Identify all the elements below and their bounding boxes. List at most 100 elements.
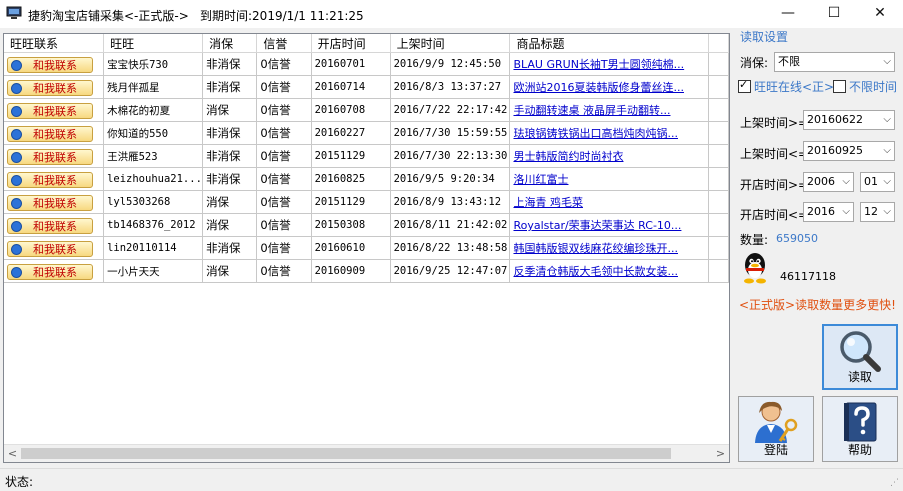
open-time-cell: 20160714: [311, 75, 391, 99]
col-header-wangwang[interactable]: 旺旺: [103, 34, 204, 53]
contact-me-button[interactable]: 和我联系: [7, 172, 93, 188]
contact-me-button[interactable]: 和我联系: [7, 103, 93, 119]
horizontal-scrollbar[interactable]: < >: [4, 444, 729, 462]
listed-from-picker[interactable]: 20160622 ⌵: [803, 110, 895, 130]
listed-time-cell: 2016/9/5 9:20:34: [390, 167, 511, 191]
xiaobao-cell: 非消保: [202, 236, 258, 260]
contact-me-label: 和我联系: [33, 220, 77, 233]
user-key-icon: [755, 401, 798, 443]
table-row[interactable]: 和我联系 宝宝快乐730 非消保 0信誉 20160701 2016/9/9 12:45:…: [4, 52, 729, 76]
wangwang-icon: [11, 175, 22, 186]
status-label: 状态:: [5, 475, 34, 489]
online-checkbox-box[interactable]: [738, 78, 751, 93]
login-button-label: 登陆: [763, 443, 788, 457]
listed-time-cell: 2016/9/9 12:45:50: [390, 52, 511, 76]
col-header-listed-time[interactable]: 上架时间: [390, 34, 511, 53]
product-title-link[interactable]: 上海青 鸡毛菜: [513, 196, 583, 209]
xiaobao-label: 消保:: [740, 56, 769, 70]
wangwang-icon: [11, 198, 22, 209]
chevron-down-icon: ⌵: [842, 176, 850, 187]
minimize-button[interactable]: —: [765, 0, 811, 28]
product-title-link[interactable]: 反季清仓韩版大毛领中长款女装...: [513, 265, 678, 278]
product-title-link[interactable]: 洛川红富士: [513, 173, 568, 186]
help-button[interactable]: 帮助: [822, 396, 898, 462]
listed-time-cell: 2016/8/22 13:48:58: [390, 236, 511, 260]
xiaobao-select[interactable]: 不限 ⌵: [774, 52, 895, 72]
product-title-link[interactable]: BLAU GRUN长袖T男士圆领纯棉...: [513, 58, 684, 71]
close-button[interactable]: ✕: [857, 0, 903, 28]
scroll-thumb[interactable]: [21, 448, 671, 459]
product-title-link[interactable]: Royalstar/荣事达荣事达 RC-10...: [513, 219, 681, 232]
product-title-link[interactable]: 手动翻转速桌 液晶屏手动翻转...: [513, 104, 670, 117]
listed-to-value: 20160925: [807, 144, 863, 157]
contact-me-button[interactable]: 和我联系: [7, 57, 93, 73]
read-button-label: 读取: [847, 370, 872, 384]
contact-me-button[interactable]: 和我联系: [7, 149, 93, 165]
table-row[interactable]: 和我联系 一小片天天 消保 0信誉 20160909 2016/9/25 12:47:07…: [4, 259, 729, 283]
contact-cell: 和我联系: [4, 75, 105, 99]
filler-cell: [708, 52, 729, 76]
table-row[interactable]: 和我联系 木棉花的初夏 消保 0信誉 20160708 2016/7/22 22:17:4…: [4, 98, 729, 122]
table-row[interactable]: 和我联系 lin20110114 非消保 0信誉 20160610 2016/8/22 1…: [4, 236, 729, 260]
unlimited-time-checkbox-box[interactable]: [833, 80, 846, 93]
filler-cell: [708, 259, 729, 283]
product-title-link[interactable]: 韩国韩版银双线麻花绞编珍珠开...: [513, 242, 678, 255]
qq-penguin-icon[interactable]: [740, 252, 770, 284]
col-header-xiaobao[interactable]: 消保: [202, 34, 258, 53]
contact-me-button[interactable]: 和我联系: [7, 218, 93, 234]
title-cell: 反季清仓韩版大毛领中长款女装...: [509, 259, 710, 283]
contact-me-button[interactable]: 和我联系: [7, 264, 93, 280]
product-title-link[interactable]: 男士韩版简约时尚衬衣: [513, 150, 623, 163]
wangwang-icon: [11, 60, 22, 71]
resize-grip-icon[interactable]: ⋰: [890, 478, 900, 488]
chevron-down-icon: ⌵: [842, 206, 850, 217]
login-button[interactable]: 登陆: [738, 396, 814, 462]
col-header-open-time[interactable]: 开店时间: [311, 34, 391, 53]
maximize-button[interactable]: ☐: [811, 0, 857, 28]
listed-from-label: 上架时间>=: [740, 116, 809, 130]
listed-to-picker[interactable]: 20160925 ⌵: [803, 141, 895, 161]
count-value: 659050: [776, 232, 818, 245]
product-title-link[interactable]: 珐琅锅铸铁锅出口高档炖肉炖锅...: [513, 127, 678, 140]
open-from-year-select[interactable]: 2006 ⌵: [803, 172, 854, 192]
table-row[interactable]: 和我联系 残月伴孤星 非消保 0信誉 20160714 2016/8/3 13:37:27…: [4, 75, 729, 99]
contact-me-button[interactable]: 和我联系: [7, 80, 93, 96]
scroll-left-arrow[interactable]: <: [4, 445, 21, 462]
open-to-month-select[interactable]: 12 ⌵: [860, 202, 895, 222]
open-to-year-select[interactable]: 2016 ⌵: [803, 202, 854, 222]
listed-time-cell: 2016/8/11 21:42:02: [390, 213, 511, 237]
table-row[interactable]: 和我联系 你知道的550 非消保 0信誉 20160227 2016/7/30 15:59…: [4, 121, 729, 145]
product-title-link[interactable]: 欧洲站2016夏装韩版修身蕾丝连...: [513, 81, 683, 94]
filler-cell: [708, 190, 729, 214]
open-from-month-select[interactable]: 01 ⌵: [860, 172, 895, 192]
col-header-contact[interactable]: 旺旺联系: [4, 34, 105, 53]
contact-me-button[interactable]: 和我联系: [7, 195, 93, 211]
wangwang-cell: tb1468376_2012: [103, 213, 204, 237]
contact-me-label: 和我联系: [33, 82, 77, 95]
chevron-down-icon: ⌵: [883, 206, 891, 217]
read-button[interactable]: 读取: [822, 324, 898, 390]
expire-time: 到期时间:2019/1/1 11:21:25: [200, 9, 364, 23]
col-header-xinyu[interactable]: 信誉: [256, 34, 312, 53]
table-row[interactable]: 和我联系 lyl5303268 消保 0信誉 20151129 2016/8/9 13:4…: [4, 190, 729, 214]
contact-me-button[interactable]: 和我联系: [7, 241, 93, 257]
table-row[interactable]: 和我联系 tb1468376_2012 消保 0信誉 20150308 2016/8/11…: [4, 213, 729, 237]
filler-cell: [708, 75, 729, 99]
results-grid[interactable]: 旺旺联系 旺旺 消保 信誉 开店时间 上架时间 商品标题 和我联系 宝宝快乐730…: [3, 33, 730, 463]
table-row[interactable]: 和我联系 王洪雁523 非消保 0信誉 20151129 2016/7/30 22:13:…: [4, 144, 729, 168]
title-cell: 珐琅锅铸铁锅出口高档炖肉炖锅...: [509, 121, 710, 145]
col-header-title[interactable]: 商品标题: [509, 34, 710, 53]
listed-time-cell: 2016/9/25 12:47:07: [390, 259, 511, 283]
listed-time-cell: 2016/7/22 22:17:42: [390, 98, 511, 122]
filler-cell: [708, 213, 729, 237]
table-row[interactable]: 和我联系 leizhouhua21... 非消保 0信誉 20160825 2016/9/…: [4, 167, 729, 191]
contact-cell: 和我联系: [4, 213, 105, 237]
title-cell: 手动翻转速桌 液晶屏手动翻转...: [509, 98, 710, 122]
open-time-cell: 20160227: [311, 121, 391, 145]
contact-me-button[interactable]: 和我联系: [7, 126, 93, 142]
unlimited-time-checkbox[interactable]: 不限时间: [833, 78, 897, 95]
xiaobao-cell: 消保: [202, 213, 258, 237]
open-time-cell: 20151129: [311, 144, 391, 168]
online-checkbox[interactable]: 旺旺在线<正>: [738, 78, 834, 95]
scroll-right-arrow[interactable]: >: [712, 445, 729, 462]
